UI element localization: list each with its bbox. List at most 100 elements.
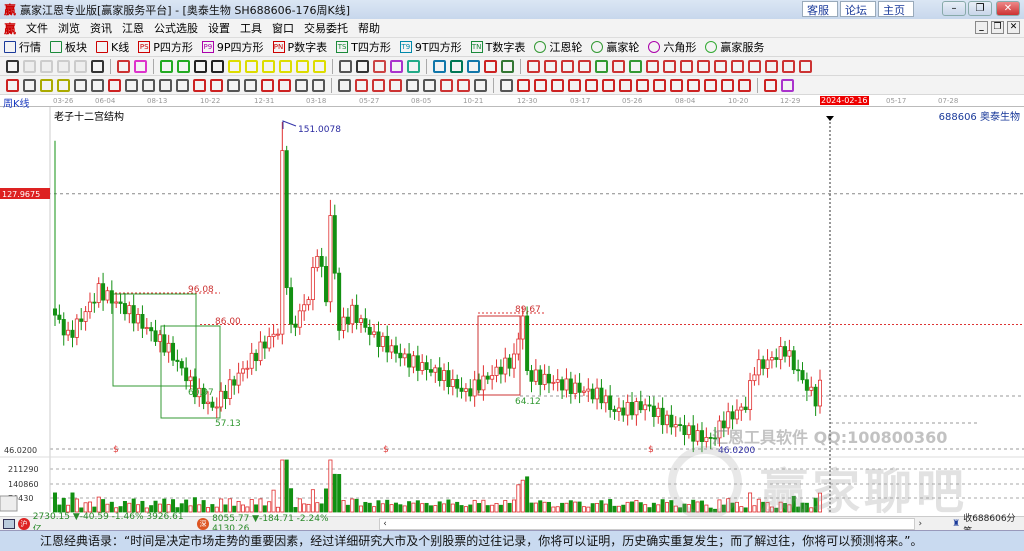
tool-icon[interactable] xyxy=(595,59,608,73)
tool-icon[interactable] xyxy=(781,78,794,92)
restore-button[interactable]: ❐ xyxy=(968,1,992,16)
toolbar-hexagon[interactable]: 六角形 xyxy=(648,39,696,55)
tool-icon[interactable] xyxy=(262,59,275,73)
tool-icon[interactable] xyxy=(782,59,795,73)
toolbar-candle[interactable]: K线 xyxy=(96,39,129,55)
tool-icon[interactable] xyxy=(748,59,761,73)
minimize-button[interactable]: – xyxy=(942,1,966,16)
toolbar-9p-square[interactable]: P9 9P四方形 xyxy=(201,39,264,55)
tool-icon[interactable] xyxy=(244,78,257,92)
tool-icon[interactable] xyxy=(74,59,87,73)
tool-icon[interactable] xyxy=(278,78,291,92)
tool-icon[interactable] xyxy=(407,59,420,73)
menu-help[interactable]: 帮助 xyxy=(358,20,380,36)
tool-icon[interactable] xyxy=(731,59,744,73)
toolbar-gann-wheel[interactable]: 江恩轮 xyxy=(534,39,582,55)
tool-icon[interactable] xyxy=(501,59,514,73)
tool-icon[interactable] xyxy=(125,78,138,92)
tool-icon[interactable] xyxy=(338,78,351,92)
tool-icon[interactable] xyxy=(663,59,676,73)
tool-icon[interactable] xyxy=(355,78,368,92)
tool-icon[interactable] xyxy=(619,78,632,92)
tool-icon[interactable] xyxy=(423,78,436,92)
mdi-minimize-button[interactable]: _ xyxy=(975,21,988,34)
tool-icon[interactable] xyxy=(117,59,130,73)
tool-icon[interactable] xyxy=(544,59,557,73)
tool-icon[interactable] xyxy=(373,59,386,73)
tool-icon[interactable] xyxy=(372,78,385,92)
tool-icon[interactable] xyxy=(799,59,812,73)
menu-formula[interactable]: 公式选股 xyxy=(154,20,198,36)
menu-gann[interactable]: 江恩 xyxy=(122,20,144,36)
panel-toggle-button[interactable] xyxy=(0,495,18,512)
mdi-close-button[interactable]: ✕ xyxy=(1007,21,1020,34)
menu-tools[interactable]: 工具 xyxy=(240,20,262,36)
tool-icon[interactable] xyxy=(433,59,446,73)
tool-icon[interactable] xyxy=(612,59,625,73)
tool-icon[interactable] xyxy=(296,59,309,73)
tool-icon[interactable] xyxy=(585,78,598,92)
close-button[interactable]: ✕ xyxy=(996,1,1020,16)
tool-icon[interactable] xyxy=(629,59,642,73)
tool-icon[interactable] xyxy=(765,59,778,73)
tool-icon[interactable] xyxy=(177,59,190,73)
tool-icon[interactable] xyxy=(91,59,104,73)
toolbar-p-table[interactable]: PN P数字表 xyxy=(272,39,327,55)
tool-icon[interactable] xyxy=(457,78,470,92)
toolbar-blocks[interactable]: 板块 xyxy=(50,39,87,55)
tool-icon[interactable] xyxy=(653,78,666,92)
tool-icon[interactable] xyxy=(176,78,189,92)
tool-icon[interactable] xyxy=(245,59,258,73)
tool-icon[interactable] xyxy=(210,78,223,92)
tool-icon[interactable] xyxy=(450,59,463,73)
tool-icon[interactable] xyxy=(534,78,547,92)
menu-browse[interactable]: 浏览 xyxy=(58,20,80,36)
tool-icon[interactable] xyxy=(764,78,777,92)
tool-icon[interactable] xyxy=(91,78,104,92)
tool-icon[interactable] xyxy=(228,59,241,73)
tool-icon[interactable] xyxy=(390,59,403,73)
tool-icon[interactable] xyxy=(440,78,453,92)
tool-icon[interactable] xyxy=(389,78,402,92)
tool-icon[interactable] xyxy=(602,78,615,92)
tool-icon[interactable] xyxy=(40,78,53,92)
tool-icon[interactable] xyxy=(670,78,683,92)
tool-icon[interactable] xyxy=(211,59,224,73)
menu-window[interactable]: 窗口 xyxy=(272,20,294,36)
tool-icon[interactable] xyxy=(261,78,274,92)
tool-icon[interactable] xyxy=(339,59,352,73)
tool-icon[interactable] xyxy=(568,78,581,92)
tool-icon[interactable] xyxy=(517,78,530,92)
tool-icon[interactable] xyxy=(312,78,325,92)
toolbar-t-table[interactable]: TN T数字表 xyxy=(470,39,525,55)
tool-icon[interactable] xyxy=(527,59,540,73)
tool-icon[interactable] xyxy=(108,78,121,92)
tool-icon[interactable] xyxy=(40,59,53,73)
tool-icon[interactable] xyxy=(74,78,87,92)
tool-icon[interactable] xyxy=(295,78,308,92)
tool-icon[interactable] xyxy=(680,59,693,73)
tool-icon[interactable] xyxy=(721,78,734,92)
toolbar-t-square[interactable]: TS T四方形 xyxy=(336,39,391,55)
menu-settings[interactable]: 设置 xyxy=(208,20,230,36)
tool-icon[interactable] xyxy=(57,78,70,92)
mdi-restore-button[interactable]: ❐ xyxy=(991,21,1004,34)
tool-icon[interactable] xyxy=(194,59,207,73)
tool-icon[interactable] xyxy=(23,59,36,73)
link-forum[interactable]: 论坛 xyxy=(840,1,876,17)
tool-icon[interactable] xyxy=(484,59,497,73)
tool-icon[interactable] xyxy=(646,59,659,73)
tool-icon[interactable] xyxy=(704,78,717,92)
toolbar-p-square[interactable]: PS P四方形 xyxy=(138,39,193,55)
tool-icon[interactable] xyxy=(500,78,513,92)
tool-icon[interactable] xyxy=(356,59,369,73)
tool-icon[interactable] xyxy=(697,59,710,73)
tool-icon[interactable] xyxy=(6,59,19,73)
toolbar-winner-wheel[interactable]: 赢家轮 xyxy=(591,39,639,55)
tool-icon[interactable] xyxy=(474,78,487,92)
tool-icon[interactable] xyxy=(6,78,19,92)
tool-icon[interactable] xyxy=(406,78,419,92)
link-service[interactable]: 客服 xyxy=(802,1,838,17)
tool-icon[interactable] xyxy=(467,59,480,73)
tool-icon[interactable] xyxy=(561,59,574,73)
